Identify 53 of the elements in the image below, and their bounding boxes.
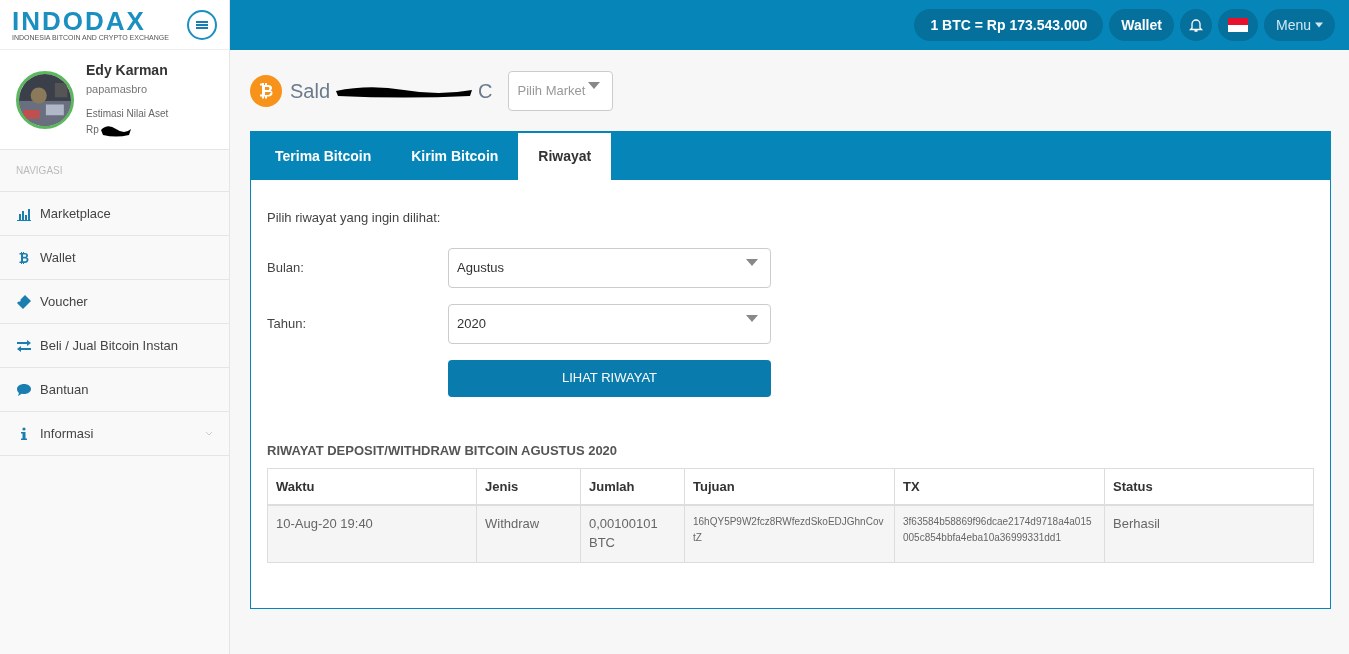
- tab[interactable]: Kirim Bitcoin: [391, 133, 519, 180]
- user-name: Edy Karman: [86, 61, 169, 81]
- sidebar-item[interactable]: Voucher: [0, 280, 229, 324]
- table-cell: 10-Aug-20 19:40: [267, 504, 477, 563]
- asset-currency: Rp: [86, 123, 99, 138]
- column-header: Jumlah: [580, 468, 685, 505]
- menu-button[interactable]: Menu: [1263, 9, 1335, 41]
- table-cell: 3f63584b58869f96dcae2174d9718a4a015005c854bbfa4eba10a36999331dd1: [894, 504, 1105, 563]
- view-history-button[interactable]: LIHAT RIWAYAT: [448, 359, 771, 397]
- sidebar-item[interactable]: Marketplace: [0, 192, 229, 236]
- transfer-arrows-icon: [16, 337, 32, 354]
- year-label: Tahun:: [267, 314, 308, 333]
- year-select[interactable]: 2020: [448, 303, 771, 344]
- btc-price[interactable]: 1 BTC = Rp 173.543.000: [914, 9, 1104, 41]
- month-label: Bulan:: [267, 258, 305, 277]
- chevron-down-icon: [205, 429, 213, 438]
- sidebar-item[interactable]: Bantuan: [0, 368, 229, 412]
- month-select[interactable]: Agustus: [448, 247, 771, 288]
- bell-icon: [1187, 17, 1204, 33]
- table-cell: Withdraw: [476, 504, 581, 563]
- table-title: RIWAYAT DEPOSIT/WITHDRAW BITCOIN AGUSTUS 2020: [267, 441, 619, 460]
- table-cell: 16hQY5P9W2fcz8RWfezdSkoEDJGhnCovtZ: [684, 504, 895, 563]
- speech-bubble-icon: [16, 381, 32, 398]
- menu-icon: [196, 18, 208, 31]
- form-intro: Pilih riwayat yang ingin dilihat:: [267, 209, 442, 227]
- wallet-button[interactable]: Wallet: [1109, 9, 1174, 41]
- table-cell: 0,00100101 BTC: [580, 504, 685, 563]
- balance-currency: C: [478, 79, 493, 104]
- table-cell: Berhasil: [1104, 504, 1314, 563]
- dropdown-caret-icon: [746, 258, 758, 267]
- column-header: Jenis: [476, 468, 581, 505]
- column-header: TX: [894, 468, 1105, 505]
- caret-icon: [1315, 22, 1323, 28]
- ticket-icon: [16, 293, 32, 310]
- column-header: Waktu: [267, 468, 477, 505]
- nav-heading: NAVIGASI: [16, 164, 63, 178]
- sidebar-item[interactable]: Informasi: [0, 412, 229, 456]
- tab[interactable]: Riwayat: [518, 133, 612, 180]
- language-button[interactable]: [1217, 9, 1258, 41]
- asset-label: Estimasi Nilai Aset: [86, 106, 169, 121]
- menu-toggle-button[interactable]: [187, 9, 217, 40]
- bitcoin-logo-icon: [250, 75, 282, 107]
- tab[interactable]: Terima Bitcoin: [255, 133, 392, 180]
- username: papamasbro: [86, 82, 149, 98]
- sidebar-item[interactable]: Beli / Jual Bitcoin Instan: [0, 324, 229, 368]
- dropdown-caret-icon: [588, 82, 601, 90]
- notification-button[interactable]: [1179, 9, 1212, 41]
- indonesia-flag-icon: [1227, 18, 1248, 32]
- sidebar-item[interactable]: Wallet: [0, 236, 229, 280]
- column-header: Tujuan: [684, 468, 895, 505]
- column-header: Status: [1104, 468, 1314, 505]
- dropdown-caret-icon: [746, 314, 758, 323]
- balance-label: Sald: [290, 79, 331, 104]
